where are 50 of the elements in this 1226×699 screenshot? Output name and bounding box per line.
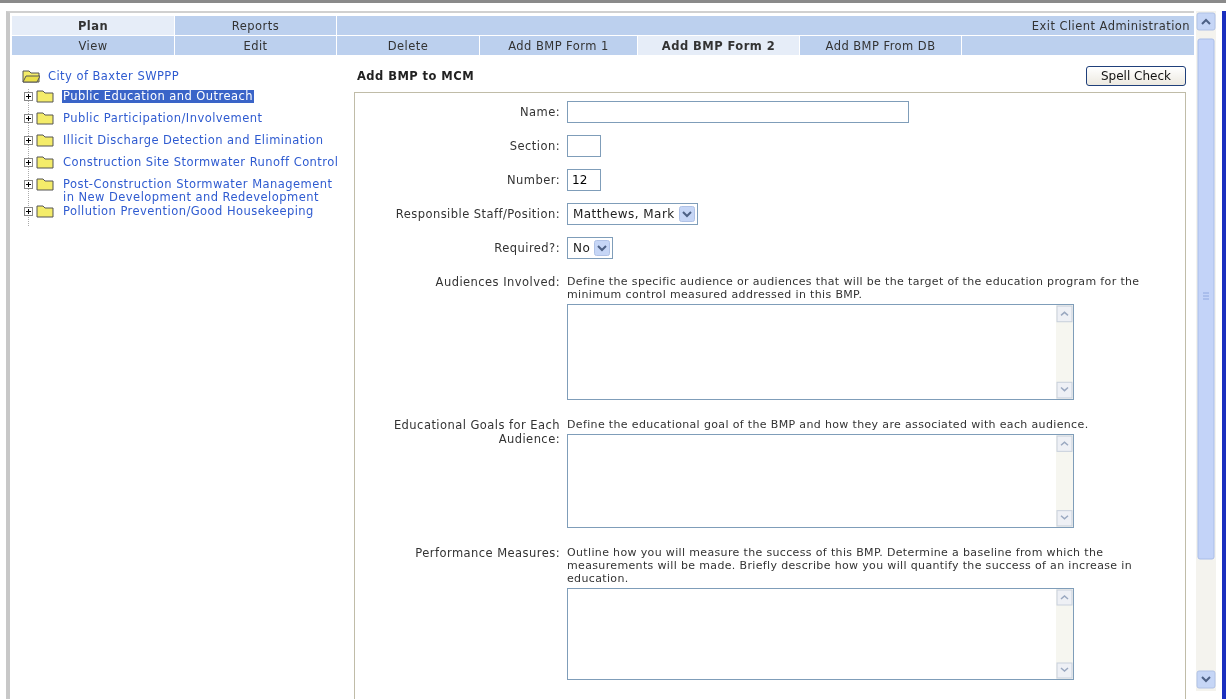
field-description: Define the specific audience or audiences that will be the target of the education program for the minimum control measured addressed in this BMP.	[567, 274, 1141, 301]
folder-icon	[36, 177, 54, 191]
tab[interactable]: View	[12, 36, 175, 55]
text-field[interactable]: 12	[567, 169, 601, 191]
tree-item[interactable]: Public Education and Outreach	[62, 90, 254, 103]
expand-icon[interactable]	[24, 180, 33, 189]
folder-icon	[36, 89, 54, 103]
tab[interactable]: Reports	[175, 16, 337, 35]
field-label: Responsible Staff/Position:	[394, 206, 560, 223]
tree-item[interactable]: Pollution Prevention/Good Housekeeping	[62, 205, 315, 218]
expand-icon[interactable]	[24, 158, 33, 167]
expand-icon[interactable]	[24, 114, 33, 123]
text-area[interactable]	[567, 304, 1074, 400]
field-description: Define the educational goal of the BMP and how they are associated with each audience.	[567, 417, 1090, 431]
field-label: Audiences Involved:	[434, 274, 560, 291]
tree-item[interactable]: Post-Construction Stormwater Management in New Development and Redevelopment	[62, 178, 347, 204]
tab[interactable]: Add BMP Form 2	[638, 36, 800, 55]
folder-icon	[36, 155, 54, 169]
field-label: Educational Goals for Each Audience:	[392, 417, 560, 448]
text-area[interactable]	[567, 588, 1074, 680]
expand-icon[interactable]	[24, 136, 33, 145]
spell-check-button[interactable]: Spell Check	[1086, 66, 1186, 86]
text-field[interactable]	[567, 101, 909, 123]
expand-icon[interactable]	[24, 207, 33, 216]
folder-icon	[36, 204, 54, 218]
form-title: Add BMP to MCM	[357, 69, 475, 83]
folder-icon	[36, 133, 54, 147]
text-area[interactable]	[567, 434, 1074, 528]
folder-icon	[36, 111, 54, 125]
tab[interactable]: Plan	[12, 16, 175, 35]
tab[interactable]: Add BMP Form 1	[480, 36, 638, 55]
tree-item[interactable]: Illicit Discharge Detection and Elimination	[62, 134, 325, 147]
text-field[interactable]	[567, 135, 601, 157]
field-label: Number:	[505, 172, 560, 189]
folder-icon	[22, 69, 40, 83]
dropdown[interactable]: No	[567, 237, 614, 259]
tree-root[interactable]: City of Baxter SWPPP	[48, 69, 180, 83]
dropdown[interactable]: Matthews, Mark	[567, 203, 698, 225]
tab[interactable]: Add BMP From DB	[800, 36, 962, 55]
field-label: Section:	[508, 138, 560, 155]
field-description: Outline how you will measure the success of this BMP. Determine a baseline from which the measurements will be made. Briefly describe how you will quantify the success of an increase in education.	[567, 545, 1134, 585]
tab[interactable]: Edit	[175, 36, 337, 55]
exit-link[interactable]: Exit Client Administration	[1031, 18, 1190, 33]
expand-icon[interactable]	[24, 92, 33, 101]
tab[interactable]: Delete	[337, 36, 480, 55]
tree-item[interactable]: Public Participation/Involvement	[62, 112, 264, 125]
field-label: Required?:	[493, 240, 560, 257]
field-label: Performance Measures:	[414, 545, 560, 562]
field-label: Name:	[518, 104, 560, 121]
tree-item[interactable]: Construction Site Stormwater Runoff Control	[62, 156, 340, 169]
